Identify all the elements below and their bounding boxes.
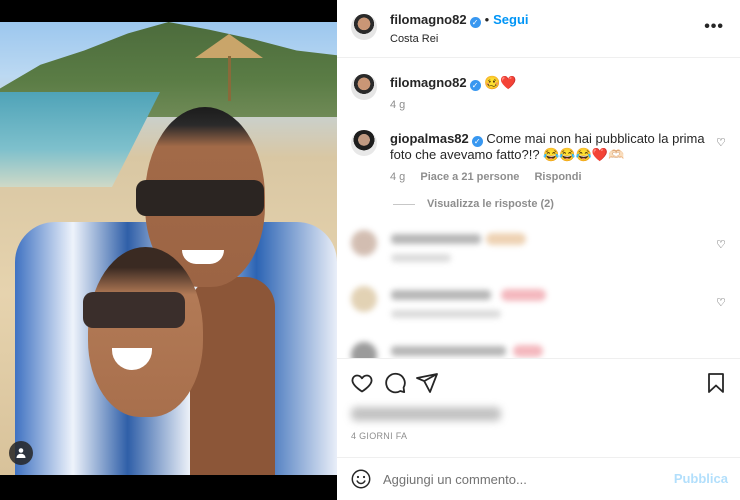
- photo-man-body: [190, 277, 275, 475]
- separator-dot: •: [484, 12, 490, 27]
- emoji-icon[interactable]: [350, 468, 372, 490]
- caption-username[interactable]: filomagno82: [390, 75, 467, 90]
- header-user-line: filomagno82 ✓ • Segui: [390, 12, 529, 28]
- add-comment-bar: Pubblica: [337, 457, 740, 500]
- publish-button[interactable]: Pubblica: [674, 471, 728, 486]
- photo-sea: [0, 92, 160, 187]
- post-media: [0, 0, 337, 500]
- comment-like-heart-icon[interactable]: ♡: [716, 296, 728, 309]
- author-username[interactable]: filomagno82: [390, 12, 467, 27]
- comment-time[interactable]: 4 g: [390, 171, 405, 183]
- comment-meta: 4 g Piace a 21 persone Rispondi: [390, 169, 705, 185]
- comment-likes[interactable]: Piace a 21 persone: [420, 171, 519, 183]
- comments-list: filomagno82 ✓ 🥴❤️ 4 g giopalmas82 ✓ Come m…: [337, 58, 740, 358]
- follow-button[interactable]: Segui: [493, 12, 528, 27]
- comment-like-heart-icon[interactable]: ♡: [716, 136, 728, 149]
- photo-sunglasses-woman: [83, 292, 185, 328]
- caption-avatar[interactable]: [351, 74, 377, 100]
- photo-umbrella-pole: [228, 56, 231, 101]
- blurred-comment: [351, 230, 681, 270]
- post-timestamp[interactable]: 4 GIORNI FA: [351, 431, 407, 441]
- caption-body: filomagno82 ✓ 🥴❤️ 4 g: [390, 75, 720, 113]
- user-tags-icon[interactable]: [9, 441, 33, 465]
- heart-icon[interactable]: [350, 371, 374, 395]
- reply-button[interactable]: Rispondi: [534, 171, 581, 183]
- author-avatar[interactable]: [351, 14, 377, 40]
- comment-body: giopalmas82 ✓ Come mai non hai pubblicato…: [390, 131, 705, 185]
- verified-badge-icon: ✓: [469, 17, 481, 28]
- comment-icon[interactable]: [383, 371, 407, 395]
- post-panel: filomagno82 ✓ • Segui Costa Rei ••• filomag…: [337, 0, 740, 500]
- post-actions: 4 GIORNI FA Pubblica: [337, 358, 740, 500]
- comment-username[interactable]: giopalmas82: [390, 131, 469, 146]
- post-header: filomagno82 ✓ • Segui Costa Rei •••: [337, 0, 740, 58]
- post-photo[interactable]: [0, 22, 337, 475]
- verified-badge-icon: ✓: [469, 80, 481, 91]
- caption-text: 🥴❤️: [484, 75, 517, 90]
- send-icon[interactable]: [415, 371, 439, 395]
- blurred-comment: [351, 286, 681, 326]
- comment-like-heart-icon[interactable]: ♡: [716, 238, 728, 251]
- location-link[interactable]: Costa Rei: [390, 33, 438, 45]
- photo-woman-head: [88, 247, 203, 417]
- photo-sunglasses-man: [136, 180, 264, 216]
- comment-input[interactable]: [383, 466, 663, 492]
- caption-time[interactable]: 4 g: [390, 99, 405, 111]
- likes-count-blurred: [351, 407, 501, 421]
- bookmark-icon[interactable]: [704, 371, 728, 395]
- verified-badge-icon: ✓: [471, 136, 483, 147]
- more-horizontal-icon[interactable]: •••: [704, 18, 724, 36]
- comment-avatar[interactable]: [351, 130, 377, 156]
- caption-meta: 4 g: [390, 97, 720, 113]
- blurred-comment: [351, 342, 681, 358]
- view-replies-button[interactable]: Visualizza le risposte (2): [393, 198, 554, 210]
